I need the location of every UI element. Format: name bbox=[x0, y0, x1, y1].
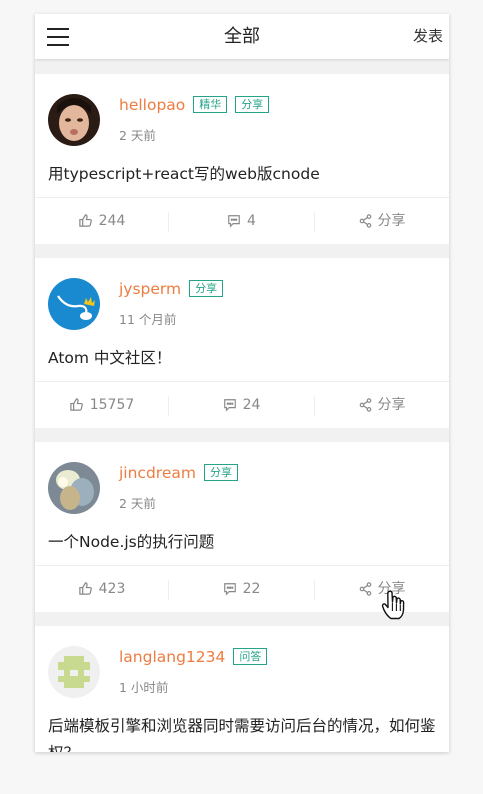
post-time: 2 天前 bbox=[119, 128, 156, 143]
comment-button[interactable]: 4 bbox=[169, 198, 314, 245]
author-link[interactable]: langlang1234 问答 bbox=[119, 648, 268, 666]
like-button[interactable]: 15757 bbox=[35, 382, 168, 429]
comment-icon bbox=[223, 399, 236, 412]
share-icon bbox=[359, 214, 371, 228]
comment-count: 22 bbox=[242, 581, 261, 597]
avatar[interactable] bbox=[48, 462, 100, 514]
thumbs-up-icon bbox=[69, 398, 83, 411]
share-button[interactable]: 分享 bbox=[315, 382, 449, 429]
author-link[interactable]: hellopao 精华 分享 bbox=[119, 96, 270, 114]
tag-badge[interactable]: 分享 bbox=[189, 280, 224, 297]
post-card[interactable]: hellopao 精华 分享 2 天前 用typescript+react写的web… bbox=[35, 74, 449, 244]
like-count: 15757 bbox=[89, 397, 135, 413]
post-title[interactable]: 后端模板引擎和浏览器同时需要访问后台的情况，如何鉴权？ bbox=[48, 713, 438, 752]
share-icon bbox=[359, 582, 371, 596]
like-count: 423 bbox=[98, 581, 126, 597]
author-link[interactable]: jincdream 分享 bbox=[119, 464, 238, 482]
comment-button[interactable]: 22 bbox=[169, 566, 314, 613]
share-icon bbox=[359, 398, 371, 412]
avatar[interactable] bbox=[48, 94, 100, 146]
top-bar: 全部 发表 bbox=[35, 14, 449, 59]
post-time: 2 天前 bbox=[119, 496, 156, 511]
tag-badge[interactable]: 分享 bbox=[235, 96, 270, 113]
page-title: 全部 bbox=[224, 26, 260, 47]
like-count: 244 bbox=[98, 213, 126, 229]
share-label: 分享 bbox=[377, 397, 406, 413]
post-card[interactable]: langlang1234 问答 1 小时前 后端模板引擎和浏览器同时需要访问后台的… bbox=[35, 626, 449, 752]
comment-icon bbox=[223, 583, 236, 596]
post-title[interactable]: 用typescript+react写的web版cnode bbox=[48, 161, 438, 188]
comment-button[interactable]: 24 bbox=[169, 382, 314, 429]
tag-badge[interactable]: 精华 bbox=[193, 96, 228, 113]
like-button[interactable]: 423 bbox=[35, 566, 168, 613]
hand-cursor-icon bbox=[381, 590, 405, 620]
post-time: 11 个月前 bbox=[119, 312, 177, 327]
avatar[interactable] bbox=[48, 646, 100, 698]
author-link[interactable]: jysperm 分享 bbox=[119, 280, 224, 298]
thumbs-up-icon bbox=[78, 582, 92, 595]
thumbs-up-icon bbox=[78, 214, 92, 227]
comment-count: 24 bbox=[242, 397, 261, 413]
post-time: 1 小时前 bbox=[119, 680, 169, 695]
like-button[interactable]: 244 bbox=[35, 198, 168, 245]
post-title[interactable]: 一个Node.js的执行问题 bbox=[48, 529, 438, 556]
post-actions: 244 4 分享 bbox=[35, 197, 449, 245]
avatar[interactable] bbox=[48, 278, 100, 330]
post-card[interactable]: jincdream 分享 2 天前 一个Node.js的执行问题 423 22 分… bbox=[35, 442, 449, 612]
app-frame: 全部 发表 hellopao 精华 分享 2 天前 用typescript+reac… bbox=[35, 14, 449, 752]
post-title[interactable]: Atom 中文社区！ bbox=[48, 345, 438, 372]
post-card[interactable]: jysperm 分享 11 个月前 Atom 中文社区！ 15757 24 分享 bbox=[35, 258, 449, 428]
share-button[interactable]: 分享 bbox=[315, 198, 449, 245]
post-button[interactable]: 发表 bbox=[413, 14, 443, 59]
comment-count: 4 bbox=[247, 213, 256, 229]
tag-badge[interactable]: 问答 bbox=[233, 648, 268, 665]
tag-badge[interactable]: 分享 bbox=[203, 464, 238, 481]
share-label: 分享 bbox=[377, 213, 406, 229]
post-actions: 15757 24 分享 bbox=[35, 381, 449, 429]
comment-icon bbox=[228, 215, 240, 228]
